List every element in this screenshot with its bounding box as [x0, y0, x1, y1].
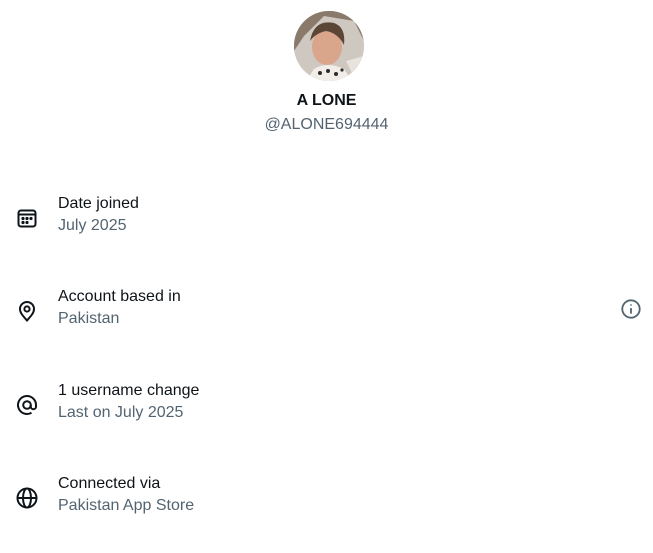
- about-row-account-based-in: Account based in Pakistan: [0, 287, 653, 343]
- about-row-date-joined: Date joined July 2025: [0, 194, 653, 250]
- avatar[interactable]: [294, 11, 364, 81]
- row-label: Date joined: [58, 195, 139, 212]
- globe-icon: [15, 486, 39, 510]
- username-handle: @ALONE694444: [264, 116, 389, 133]
- location-pin-icon: [15, 299, 39, 323]
- row-label: 1 username change: [58, 382, 200, 399]
- at-sign-icon: [15, 393, 39, 417]
- about-row-username-change: 1 username change Last on July 2025: [0, 381, 653, 437]
- row-label: Connected via: [58, 475, 161, 492]
- row-value: Last on July 2025: [58, 404, 184, 421]
- info-icon[interactable]: [620, 298, 642, 320]
- row-label: Account based in: [58, 288, 181, 305]
- avatar-image: [294, 11, 364, 81]
- calendar-icon: [15, 206, 39, 230]
- row-value: July 2025: [58, 217, 127, 234]
- display-name: A LONE: [296, 92, 357, 109]
- row-value: Pakistan App Store: [58, 497, 195, 514]
- about-row-connected-via: Connected via Pakistan App Store: [0, 474, 653, 530]
- row-value: Pakistan: [58, 310, 120, 327]
